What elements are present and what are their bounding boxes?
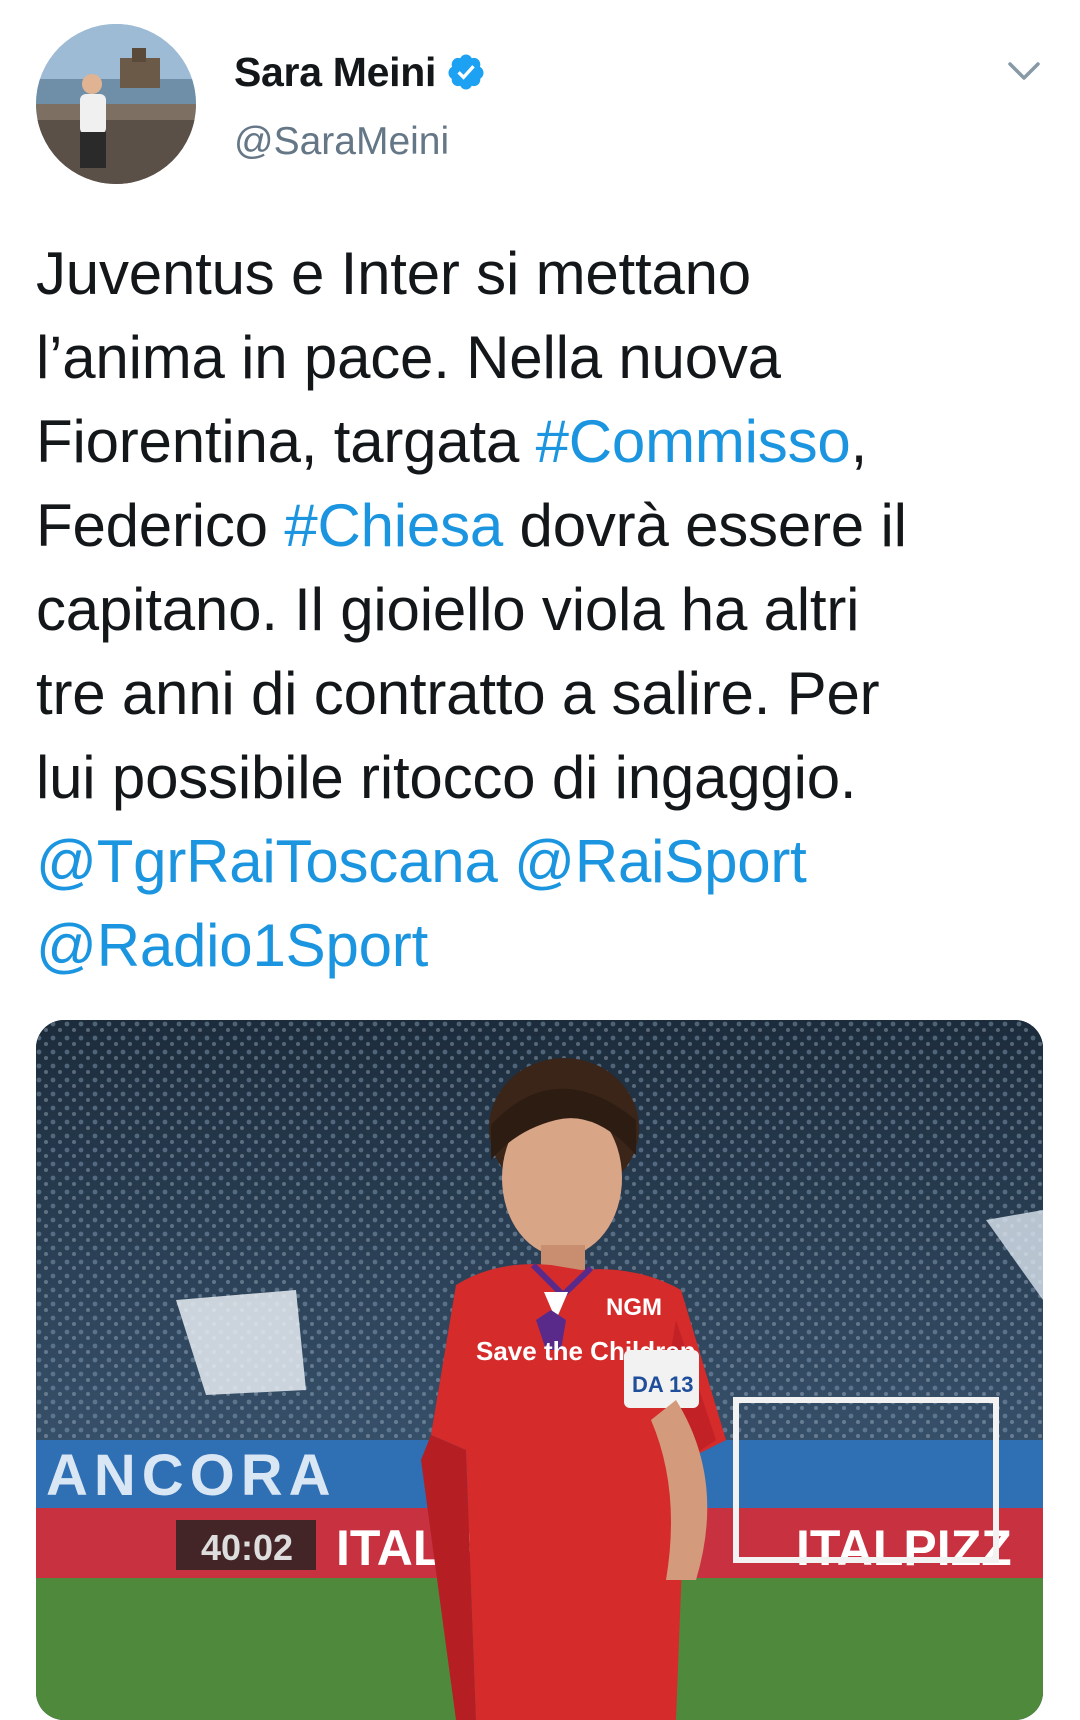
tweet-photo: ANCORA ITALPIZZ ITALPIZZ 40:02 Save the … [36,1020,1043,1720]
tweet-text-segment: Federico [36,492,285,559]
tweet-text-segment [498,828,514,895]
tweet-text-segment: capitano. Il gioiello viola ha altri [36,576,860,643]
tweet-text-line: Fiorentina, targata #Commisso, [36,400,1046,484]
avatar-image [36,24,196,184]
tweet-text-segment: l’anima in pace. Nella nuova [36,324,781,391]
tweet-text-segment: Juventus e Inter si mettano [36,240,751,307]
hashtag-link[interactable]: #Chiesa [284,492,503,559]
tweet-text-segment: Fiorentina, targata [36,408,536,475]
tweet-text-line: Federico #Chiesa dovrà essere il [36,484,1046,568]
tweet: Sara Meini @SaraMeini Juventus e Inter s… [0,0,1080,1720]
mention-link[interactable]: @TgrRaiToscana [36,828,498,895]
chevron-down-icon[interactable] [1004,54,1044,86]
armband-text: DA 13 [632,1372,694,1397]
tweet-text: Juventus e Inter si mettano l’anima in pa… [36,232,1046,988]
tweet-text-segment: tre anni di contratto a salire. Per [36,660,880,727]
verified-badge-icon [446,52,486,92]
hashtag-link[interactable]: #Commisso [536,408,851,475]
tweet-text-segment: lui possibile ritocco di ingaggio. [36,744,857,811]
user-handle[interactable]: @SaraMeini [234,120,449,164]
jersey-brand: NGM [606,1294,662,1321]
display-name[interactable]: Sara Meini [234,49,436,96]
tweet-media[interactable]: ANCORA ITALPIZZ ITALPIZZ 40:02 Save the … [36,1020,1043,1720]
tweet-text-line: @Radio1Sport [36,904,1046,988]
mention-link[interactable]: @RaiSport [514,828,807,895]
tweet-text-line: Juventus e Inter si mettano [36,232,1046,316]
board-text-1: ANCORA [46,1443,337,1508]
tweet-text-line: tre anni di contratto a salire. Per [36,652,1046,736]
tweet-text-line: lui possibile ritocco di ingaggio. [36,736,1046,820]
avatar[interactable] [36,24,196,184]
tweet-text-line: l’anima in pace. Nella nuova [36,316,1046,400]
board-text-3: ITALPIZZ [796,1520,1012,1576]
tweet-text-segment: dovrà essere il [503,492,907,559]
name-row: Sara Meini [234,48,486,96]
mention-link[interactable]: @Radio1Sport [36,912,428,979]
scoreboard: 40:02 [201,1527,293,1568]
tweet-text-segment: , [850,408,868,475]
tweet-text-line: capitano. Il gioiello viola ha altri [36,568,1046,652]
tweet-text-line: @TgrRaiToscana @RaiSport [36,820,1046,904]
